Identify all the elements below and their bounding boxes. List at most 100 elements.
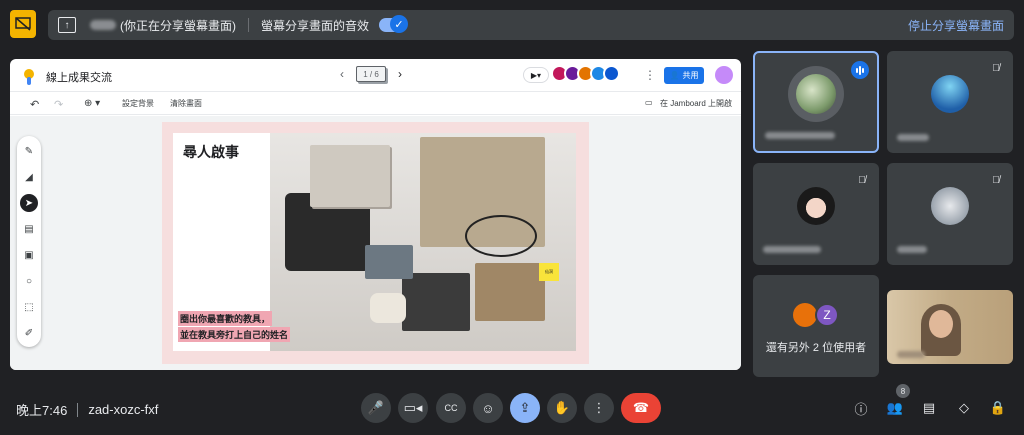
info-icon: ⓘ — [854, 401, 868, 417]
jamboard-share-button[interactable]: 👤 共用 — [664, 67, 704, 84]
open-in-jamboard-icon[interactable]: ▭ — [645, 98, 653, 107]
more-options-button[interactable]: ⋮ — [584, 393, 614, 423]
avatar: Z — [815, 303, 839, 327]
mic-off-icon: 🎙̸ — [992, 174, 1000, 186]
frame-note-line2: 並在教具旁打上自己的姓名 — [178, 327, 291, 342]
participant-tile[interactable]: 🎙̸ — [887, 51, 1013, 153]
select-icon[interactable]: ➤ — [20, 194, 38, 212]
end-call-button[interactable]: ☎ — [621, 393, 661, 423]
jamboard-logo-icon — [22, 67, 36, 85]
people-count-badge: 8 — [896, 384, 910, 398]
avatar — [931, 186, 969, 225]
image-icon[interactable]: ▣ — [20, 246, 38, 264]
self-video-tile[interactable] — [887, 290, 1013, 364]
more-icon: ⋮ — [592, 400, 606, 415]
present-off-icon[interactable] — [10, 10, 36, 38]
drawing-tools: ✎ ◢ ➤ ▤ ▣ ○ ⬚ ✐ — [17, 136, 41, 347]
clear-frame-button[interactable]: 清除畫面 — [170, 98, 202, 109]
laser-icon[interactable]: ✐ — [20, 324, 38, 342]
avatar — [603, 65, 620, 82]
chat-button[interactable]: ▤ — [920, 399, 938, 417]
shape-icon[interactable]: ○ — [20, 272, 38, 290]
jamboard-toolbar: ↶ ↷ ⊕ ▾ 設定背景 清除畫面 ▭ 在 Jamboard 上開啟 — [10, 91, 741, 115]
sharing-status-text: (你正在分享螢幕畫面) — [120, 18, 236, 33]
check-icon: ✓ — [390, 15, 409, 33]
account-avatar[interactable] — [715, 66, 733, 84]
present-icon: ⇪ — [519, 400, 531, 415]
activities-icon: ◇ — [959, 400, 969, 415]
activities-button[interactable]: ◇ — [955, 399, 973, 417]
sticky-note-icon[interactable]: ▤ — [20, 220, 38, 238]
info-button[interactable]: ⓘ — [852, 399, 870, 417]
cloth-bag — [370, 293, 406, 323]
stop-sharing-button[interactable]: 停止分享螢幕畫面 — [908, 17, 1004, 34]
frame-counter[interactable]: 1 / 6 — [356, 66, 386, 82]
book-stack — [310, 145, 390, 207]
emoji-button[interactable]: ☺ — [473, 393, 503, 423]
mic-off-icon: 🎙̸ — [858, 174, 866, 186]
pen-icon[interactable]: ✎ — [20, 142, 38, 160]
eraser-icon[interactable]: ◢ — [20, 168, 38, 186]
person-icon: 👤 — [669, 71, 680, 80]
frame-title: 尋人啟事 — [183, 145, 239, 161]
share-audio-label: 螢幕分享畫面的音效 — [261, 18, 370, 33]
emoji-icon: ☺ — [481, 400, 495, 416]
captions-button[interactable]: CC — [436, 393, 466, 423]
more-vert-icon[interactable]: ⋮ — [644, 68, 656, 82]
collaborator-avatars — [551, 65, 620, 82]
mic-button[interactable]: 🎤 — [361, 393, 391, 423]
props-photo — [270, 133, 576, 351]
participant-name — [897, 134, 929, 141]
zoom-icon[interactable]: ⊕ ▾ — [84, 98, 100, 109]
puzzle — [402, 273, 470, 331]
undo-icon[interactable]: ↶ — [30, 98, 39, 111]
meeting-info: 晚上7:46 zad-xozc-fxf — [16, 400, 158, 419]
frame-note-line1: 圈出你最喜歡的教具， — [178, 311, 273, 326]
host-controls-button[interactable]: 🔒 — [989, 399, 1007, 417]
camera-icon: ▭◂ — [403, 400, 423, 415]
participant-tile[interactable]: 🎙̸ — [887, 163, 1013, 265]
raise-hand-icon: ✋ — [553, 400, 571, 415]
meet-icon[interactable]: ▶▾ — [523, 67, 549, 83]
present-icon: ↑ — [58, 17, 76, 33]
jamboard-title: 線上成果交流 — [46, 72, 112, 84]
camera-button[interactable]: ▭◂ — [398, 393, 428, 423]
circle-mark — [465, 215, 537, 257]
participant-name — [765, 132, 835, 139]
mic-off-icon: 🎙̸ — [992, 62, 1000, 74]
chat-icon: ▤ — [922, 400, 936, 415]
prev-frame-icon[interactable]: ‹ — [340, 67, 344, 81]
frame-content: 尋人啟事 仙洞 圈出你最喜歡的教具， 並在教具旁打上自己的姓名 — [173, 133, 576, 351]
meeting-time: 晚上7:46 — [16, 403, 68, 418]
people-button[interactable]: 👥 — [886, 399, 904, 417]
divider — [248, 18, 249, 32]
shared-screen-jamboard: 線上成果交流 ‹ 1 / 6 › ▶▾ ⋮ 👤 共用 ↶ ↷ ⊕ ▾ 設定背景 … — [10, 59, 741, 370]
present-button[interactable]: ⇪ — [510, 393, 540, 423]
avatar — [793, 303, 817, 327]
self-video-face — [929, 310, 953, 338]
others-count-text: 還有另外 2 位使用者 — [765, 342, 867, 354]
open-in-jamboard-link[interactable]: 在 Jamboard 上開啟 — [660, 98, 732, 109]
participant-name — [763, 246, 821, 253]
jam-frame[interactable]: 尋人啟事 仙洞 圈出你最喜歡的教具， 並在教具旁打上自己的姓名 — [162, 122, 589, 364]
share-audio-toggle[interactable]: ✓ — [379, 15, 409, 33]
share-button-label: 共用 — [682, 71, 699, 80]
set-background-button[interactable]: 設定背景 — [122, 98, 154, 109]
frame-navigation: ‹ 1 / 6 › — [340, 66, 402, 82]
avatar — [797, 186, 835, 225]
participant-name — [897, 351, 925, 358]
redo-icon[interactable]: ↷ — [54, 98, 63, 111]
mic-icon: 🎤 — [367, 400, 385, 415]
photo-card — [365, 245, 413, 279]
text-box-icon[interactable]: ⬚ — [20, 298, 38, 316]
meeting-code: zad-xozc-fxf — [88, 402, 159, 417]
other-participants-tile[interactable]: Z 還有另外 2 位使用者 — [753, 275, 879, 377]
envelope — [475, 263, 545, 321]
participant-tile-speaking[interactable] — [753, 51, 879, 153]
raise-hand-button[interactable]: ✋ — [547, 393, 577, 423]
avatar — [788, 66, 844, 123]
next-frame-icon[interactable]: › — [398, 67, 402, 81]
sticky-note[interactable]: 仙洞 — [539, 263, 559, 281]
presenter-name — [90, 20, 116, 30]
participant-tile[interactable]: 🎙̸ — [753, 163, 879, 265]
